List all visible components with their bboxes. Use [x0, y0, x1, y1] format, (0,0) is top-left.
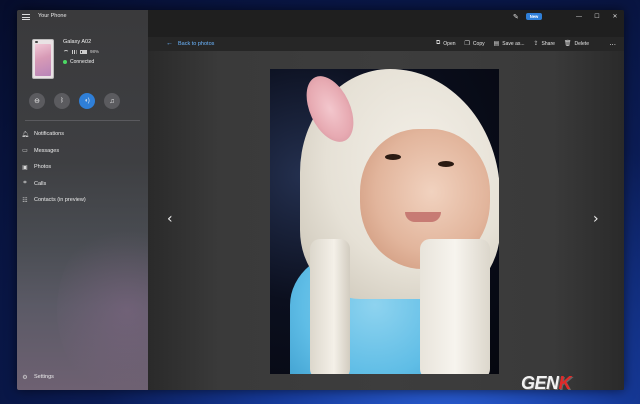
sidebar-item-label: Photos: [34, 164, 52, 171]
open-icon: ⧉: [436, 40, 441, 46]
sidebar-item-label: Calls: [34, 180, 47, 187]
sidebar-nav: 🔔︎ Notifications ▭ Messages ▣ Photos ⌗ C…: [17, 126, 148, 209]
photo-icon: ▣: [22, 164, 28, 171]
phone-image: [32, 39, 54, 79]
wifi-icon: [63, 49, 69, 54]
new-badge[interactable]: New: [526, 13, 542, 20]
main-panel: ✎ New — ☐ ✕ ← Back to photos ⧉ Open ❐ Co…: [148, 10, 624, 390]
device-card[interactable]: Galaxy A02 98% Connected: [29, 37, 139, 83]
phone-screen: [35, 44, 51, 76]
sidebar-item-notifications[interactable]: 🔔︎ Notifications: [17, 126, 148, 143]
watermark-logo: GENK: [521, 373, 571, 394]
settings-label: Settings: [34, 374, 54, 380]
watermark-text-k: K: [558, 373, 572, 393]
phone-icon: ⌗: [23, 180, 27, 187]
music-icon: ♫: [109, 97, 115, 105]
battery-icon: [80, 49, 87, 54]
gear-icon: ⚙: [22, 374, 28, 381]
sidebar-item-label: Messages: [34, 147, 60, 154]
maximize-button[interactable]: ☐: [588, 10, 606, 24]
message-icon: ▭: [22, 148, 28, 155]
photo-eye: [385, 154, 401, 160]
minimize-button[interactable]: —: [570, 10, 588, 24]
photo-actions: ⧉ Open ❐ Copy ▤ Save as... ⇪ Share 🗑︎ De…: [436, 40, 598, 47]
open-button[interactable]: ⧉ Open: [436, 40, 456, 47]
device-status: Connected: [63, 59, 94, 65]
photo-eye: [438, 161, 454, 167]
save-icon: ▤: [493, 41, 500, 47]
app-title: Your Phone: [38, 13, 67, 19]
share-icon: ⇪: [533, 41, 539, 47]
sidebar-item-messages[interactable]: ▭ Messages: [17, 143, 148, 160]
copy-icon: ❐: [464, 41, 470, 47]
sound-icon: ◖): [84, 98, 90, 104]
delete-button[interactable]: 🗑︎ Delete: [563, 40, 589, 48]
quick-actions: ⊖ ᛒ ◖) ♫: [29, 93, 120, 109]
delete-label: Delete: [574, 40, 589, 47]
photo-toolbar: ← Back to photos ⧉ Open ❐ Copy ▤ Save as…: [148, 37, 624, 51]
close-button[interactable]: ✕: [606, 10, 624, 24]
bluetooth-button[interactable]: ᛒ: [54, 93, 70, 109]
pen-icon[interactable]: ✎: [513, 13, 519, 21]
music-button[interactable]: ♫: [104, 93, 120, 109]
photo: [270, 69, 499, 374]
sidebar-item-label: Notifications: [34, 131, 64, 138]
previous-photo-icon[interactable]: ‹: [167, 211, 173, 227]
do-not-disturb-icon: ⊖: [34, 97, 40, 105]
next-photo-icon[interactable]: ›: [593, 211, 599, 227]
save-as-button[interactable]: ▤ Save as...: [493, 40, 525, 48]
settings-button[interactable]: ⚙ Settings: [21, 373, 54, 381]
camera-icon: [35, 41, 38, 43]
photo-scarf: [420, 239, 490, 374]
do-not-disturb-button[interactable]: ⊖: [29, 93, 45, 109]
connected-dot-icon: [63, 60, 67, 64]
save-as-label: Save as...: [502, 40, 525, 47]
sidebar-item-label: Contacts (in preview): [34, 197, 86, 204]
sound-button[interactable]: ◖): [79, 93, 95, 109]
battery-level: 98%: [90, 49, 100, 54]
photo-viewer: ‹ ›: [148, 51, 624, 390]
copy-button[interactable]: ❐ Copy: [464, 40, 485, 48]
bluetooth-icon: ᛒ: [60, 98, 64, 104]
bell-icon: 🔔︎: [21, 131, 29, 138]
signal-icon: [72, 49, 77, 54]
window-controls: — ☐ ✕: [570, 10, 624, 24]
device-name: Galaxy A02: [63, 39, 92, 45]
copy-label: Copy: [472, 40, 485, 47]
sidebar-item-contacts[interactable]: ☷ Contacts (in preview): [17, 192, 148, 209]
sidebar-item-photos[interactable]: ▣ Photos: [17, 159, 148, 176]
sidebar: Your Phone Galaxy A02 98% Connected ⊖ ᛒ …: [17, 10, 148, 390]
your-phone-window: Your Phone Galaxy A02 98% Connected ⊖ ᛒ …: [17, 10, 624, 390]
share-button[interactable]: ⇪ Share: [533, 40, 555, 48]
back-to-photos-link[interactable]: ← Back to photos: [166, 40, 214, 47]
photo-scarf: [310, 239, 350, 374]
status-label: Connected: [70, 59, 95, 65]
contacts-icon: ☷: [22, 197, 28, 204]
sidebar-divider: [25, 120, 140, 121]
trash-icon: 🗑︎: [563, 41, 572, 47]
open-label: Open: [443, 40, 456, 47]
back-arrow-icon: ←: [166, 40, 173, 47]
sidebar-item-calls[interactable]: ⌗ Calls: [17, 176, 148, 193]
watermark-text: GEN: [521, 373, 559, 393]
app-header: Your Phone: [17, 10, 148, 24]
back-label: Back to photos: [178, 40, 215, 47]
device-stats: 98%: [63, 49, 99, 54]
more-options-button[interactable]: ...: [609, 38, 616, 47]
share-label: Share: [541, 40, 555, 47]
photo-mouth: [405, 212, 441, 222]
hamburger-menu-icon[interactable]: [22, 14, 30, 20]
title-bar: ✎ New — ☐ ✕: [148, 10, 624, 24]
